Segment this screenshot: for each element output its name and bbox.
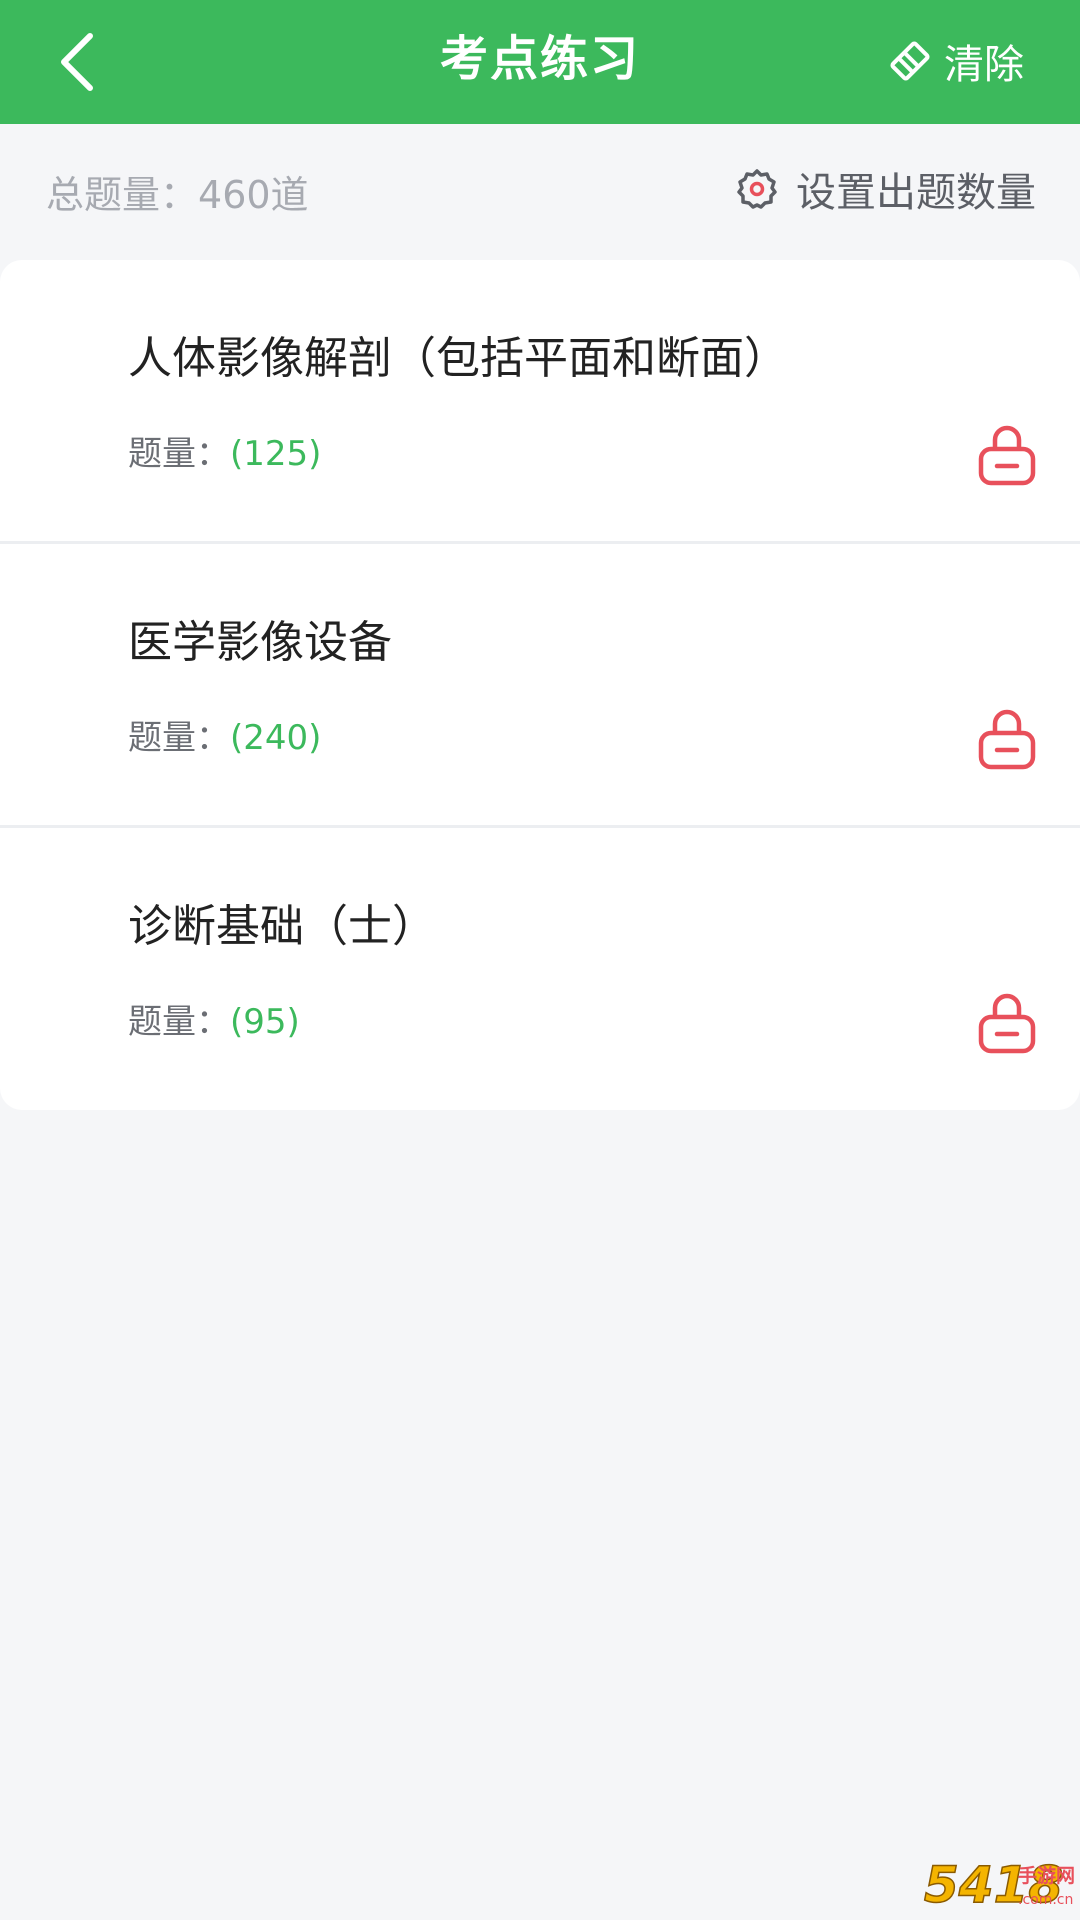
topic-title: 人体影像解剖（包括平面和断面） [128,333,788,384]
lock-icon [978,425,1036,486]
list-item[interactable]: 人体影像解剖（包括平面和断面） 题量：(125) [0,260,1080,544]
topic-question-count: 题量：(240) [128,710,321,759]
site-watermark-logo: 5418 手游网 .com.cn [923,1855,1075,1915]
count-label: 题量： [128,1002,230,1042]
total-value: 460道 [198,173,309,217]
topic-question-count: 题量：(125) [128,426,321,475]
count-value: (95) [230,1002,300,1042]
lock-icon [978,993,1036,1054]
eraser-icon [890,41,930,81]
watermark-site: 手游网 [1018,1864,1075,1887]
count-value: (240) [230,718,322,758]
count-value: (125) [230,434,322,474]
lock-icon [978,709,1036,770]
clear-button[interactable]: 清除 [888,26,1024,96]
topic-list: 人体影像解剖（包括平面和断面） 题量：(125) 医学影像设备 题量：(240)… [0,260,1080,1110]
set-question-count-button[interactable]: 设置出题数量 [736,160,1036,218]
set-question-count-label: 设置出题数量 [796,170,1036,216]
topic-title: 诊断基础（士） [128,901,436,952]
topic-question-count: 题量：(95) [128,994,300,1043]
clear-label: 清除 [944,42,1024,88]
watermark-domain: .com.cn [1018,1892,1073,1908]
topic-title: 医学影像设备 [128,617,392,668]
total-label: 总题量： [46,173,199,217]
count-label: 题量： [128,718,230,758]
total-question-count: 总题量：460道 [46,164,309,219]
count-label: 题量： [128,434,230,474]
top-app-bar: 考点练习 清除 [0,0,1080,124]
gear-icon [737,169,777,209]
list-item[interactable]: 医学影像设备 题量：(240) [0,544,1080,828]
summary-bar: 总题量：460道 设置出题数量 [0,124,1080,260]
list-item[interactable]: 诊断基础（士） 题量：(95) [0,828,1080,1110]
